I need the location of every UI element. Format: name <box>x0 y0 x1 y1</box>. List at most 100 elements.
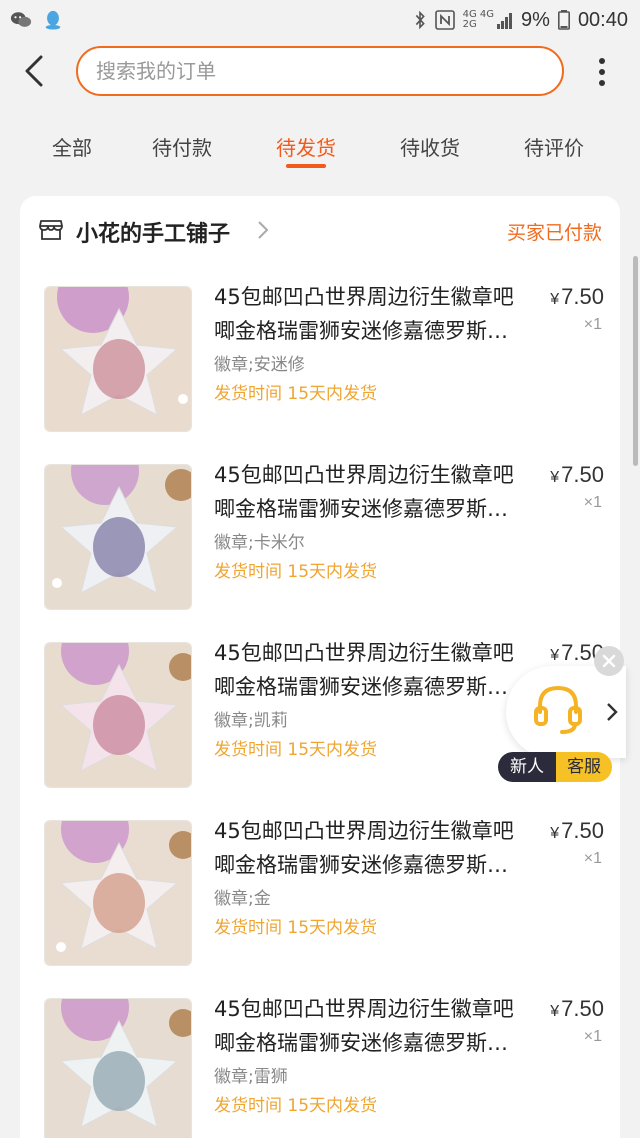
product-thumbnail[interactable] <box>44 998 192 1138</box>
close-icon <box>602 654 616 668</box>
search-input[interactable] <box>96 59 562 83</box>
header <box>0 40 640 102</box>
badge-photo-icon <box>45 999 191 1138</box>
customer-service-bubble[interactable] <box>506 666 626 758</box>
currency-symbol: ¥ <box>550 1003 560 1020</box>
tab-pending-receipt[interactable]: 待收货 <box>368 118 492 178</box>
order-status: 买家已付款 <box>506 222 602 244</box>
currency-symbol: ¥ <box>550 647 560 664</box>
product-title[interactable]: 45包邮凹凸世界周边衍生徽章吧 唧金格瑞雷狮安迷修嘉德罗斯… <box>214 458 544 526</box>
shipping-time: 发货时间 15天内发货 <box>214 918 378 938</box>
signal-icon <box>497 13 513 29</box>
badge-photo-icon <box>45 465 191 609</box>
close-button[interactable] <box>594 646 624 676</box>
product-thumbnail[interactable] <box>44 286 192 432</box>
chevron-right-icon <box>607 703 618 721</box>
product-title-line-2: 唧金格瑞雷狮安迷修嘉德罗斯… <box>214 675 508 699</box>
price-value: 7.50 <box>561 462 604 487</box>
product-title-line-1: 45包邮凹凸世界周边衍生徽章吧 <box>214 997 514 1021</box>
product-quantity: ×1 <box>583 494 602 511</box>
network-type-bottom: 2G <box>462 19 477 30</box>
qq-icon <box>45 10 61 30</box>
bluetooth-icon <box>415 10 425 30</box>
customer-service-widget[interactable]: 新人 客服 <box>498 666 626 784</box>
price-value: 7.50 <box>561 284 604 309</box>
shop-name[interactable]: 小花的手工铺子 <box>76 216 230 248</box>
order-item[interactable]: 45包邮凹凸世界周边衍生徽章吧 唧金格瑞雷狮安迷修嘉德罗斯… 徽章;卡米尔 发货… <box>20 454 620 624</box>
back-button[interactable] <box>14 50 54 92</box>
product-sku: 徽章;卡米尔 <box>214 533 305 553</box>
more-dot-icon <box>599 69 605 75</box>
search-box[interactable] <box>76 46 564 96</box>
product-title-line-1: 45包邮凹凸世界周边衍生徽章吧 <box>214 819 514 843</box>
product-title-line-2: 唧金格瑞雷狮安迷修嘉德罗斯… <box>214 853 508 877</box>
currency-symbol: ¥ <box>550 291 560 308</box>
battery-percent: 9% <box>521 8 550 31</box>
product-price: ¥7.50 <box>550 996 604 1022</box>
tab-label: 待发货 <box>276 136 336 160</box>
customer-service-label[interactable]: 客服 <box>556 752 612 782</box>
badge-photo-icon <box>45 821 191 965</box>
order-tabs: 全部 待付款 待发货 待收货 待评价 <box>0 118 640 178</box>
product-title[interactable]: 45包邮凹凸世界周边衍生徽章吧 唧金格瑞雷狮安迷修嘉德罗斯… <box>214 992 544 1060</box>
product-title[interactable]: 45包邮凹凸世界周边衍生徽章吧 唧金格瑞雷狮安迷修嘉德罗斯… <box>214 814 544 882</box>
currency-symbol: ¥ <box>550 469 560 486</box>
product-thumbnail[interactable] <box>44 642 192 788</box>
product-sku: 徽章;凯莉 <box>214 711 288 731</box>
scrollbar[interactable] <box>633 256 638 466</box>
price-value: 7.50 <box>561 996 604 1021</box>
order-item[interactable]: 45包邮凹凸世界周边衍生徽章吧 唧金格瑞雷狮安迷修嘉德罗斯… 徽章;雷狮 发货时… <box>20 988 620 1138</box>
product-title[interactable]: 45包邮凹凸世界周边衍生徽章吧 唧金格瑞雷狮安迷修嘉德罗斯… <box>214 636 544 704</box>
product-title-line-2: 唧金格瑞雷狮安迷修嘉德罗斯… <box>214 319 508 343</box>
more-dot-icon <box>599 80 605 86</box>
shipping-time: 发货时间 15天内发货 <box>214 384 378 404</box>
chevron-right-icon <box>258 221 269 239</box>
shipping-time: 发货时间 15天内发货 <box>214 740 378 760</box>
network-indicator: 4G 4G 2G <box>463 10 513 30</box>
product-sku: 徽章;雷狮 <box>214 1067 288 1087</box>
wechat-icon <box>10 12 32 27</box>
product-title-line-1: 45包邮凹凸世界周边衍生徽章吧 <box>214 463 514 487</box>
product-sku: 徽章;金 <box>214 889 271 909</box>
product-title-line-2: 唧金格瑞雷狮安迷修嘉德罗斯… <box>214 497 508 521</box>
product-thumbnail[interactable] <box>44 820 192 966</box>
shipping-time: 发货时间 15天内发货 <box>214 562 378 582</box>
product-title-line-1: 45包邮凹凸世界周边衍生徽章吧 <box>214 641 514 665</box>
shop-header[interactable]: 小花的手工铺子 买家已付款 <box>20 196 620 266</box>
tab-all[interactable]: 全部 <box>0 118 120 178</box>
active-tab-indicator <box>286 164 326 168</box>
badge-photo-icon <box>45 287 191 431</box>
new-user-label[interactable]: 新人 <box>498 752 556 782</box>
order-item[interactable]: 45包邮凹凸世界周边衍生徽章吧 唧金格瑞雷狮安迷修嘉德罗斯… 徽章;金 发货时间… <box>20 810 620 980</box>
chevron-left-icon <box>25 55 43 87</box>
product-title[interactable]: 45包邮凹凸世界周边衍生徽章吧 唧金格瑞雷狮安迷修嘉德罗斯… <box>214 280 544 348</box>
status-bar: 4G 4G 2G 9% 00:40 <box>0 0 640 40</box>
battery-icon <box>557 10 570 30</box>
product-quantity: ×1 <box>583 316 602 333</box>
tab-label: 全部 <box>52 136 92 160</box>
tab-pending-payment[interactable]: 待付款 <box>120 118 244 178</box>
product-price: ¥7.50 <box>550 284 604 310</box>
headset-icon <box>534 685 582 734</box>
price-value: 7.50 <box>561 818 604 843</box>
more-menu-button[interactable] <box>588 52 616 92</box>
clock: 00:40 <box>577 8 628 31</box>
product-price: ¥7.50 <box>550 818 604 844</box>
product-quantity: ×1 <box>583 850 602 867</box>
order-item[interactable]: 45包邮凹凸世界周边衍生徽章吧 唧金格瑞雷狮安迷修嘉德罗斯… 徽章;安迷修 发货… <box>20 276 620 446</box>
shop-icon <box>39 220 63 240</box>
product-title-line-1: 45包邮凹凸世界周边衍生徽章吧 <box>214 285 514 309</box>
shipping-time: 发货时间 15天内发货 <box>214 1096 378 1116</box>
nfc-icon <box>434 10 455 30</box>
more-dot-icon <box>599 58 605 64</box>
product-thumbnail[interactable] <box>44 464 192 610</box>
tab-label: 待付款 <box>152 136 212 160</box>
product-title-line-2: 唧金格瑞雷狮安迷修嘉德罗斯… <box>214 1031 508 1055</box>
tab-label: 待收货 <box>400 136 460 160</box>
tab-label: 待评价 <box>524 136 584 160</box>
product-price: ¥7.50 <box>550 462 604 488</box>
currency-symbol: ¥ <box>550 825 560 842</box>
product-sku: 徽章;安迷修 <box>214 355 305 375</box>
tab-pending-shipment[interactable]: 待发货 <box>244 118 368 178</box>
tab-pending-review[interactable]: 待评价 <box>492 118 616 178</box>
